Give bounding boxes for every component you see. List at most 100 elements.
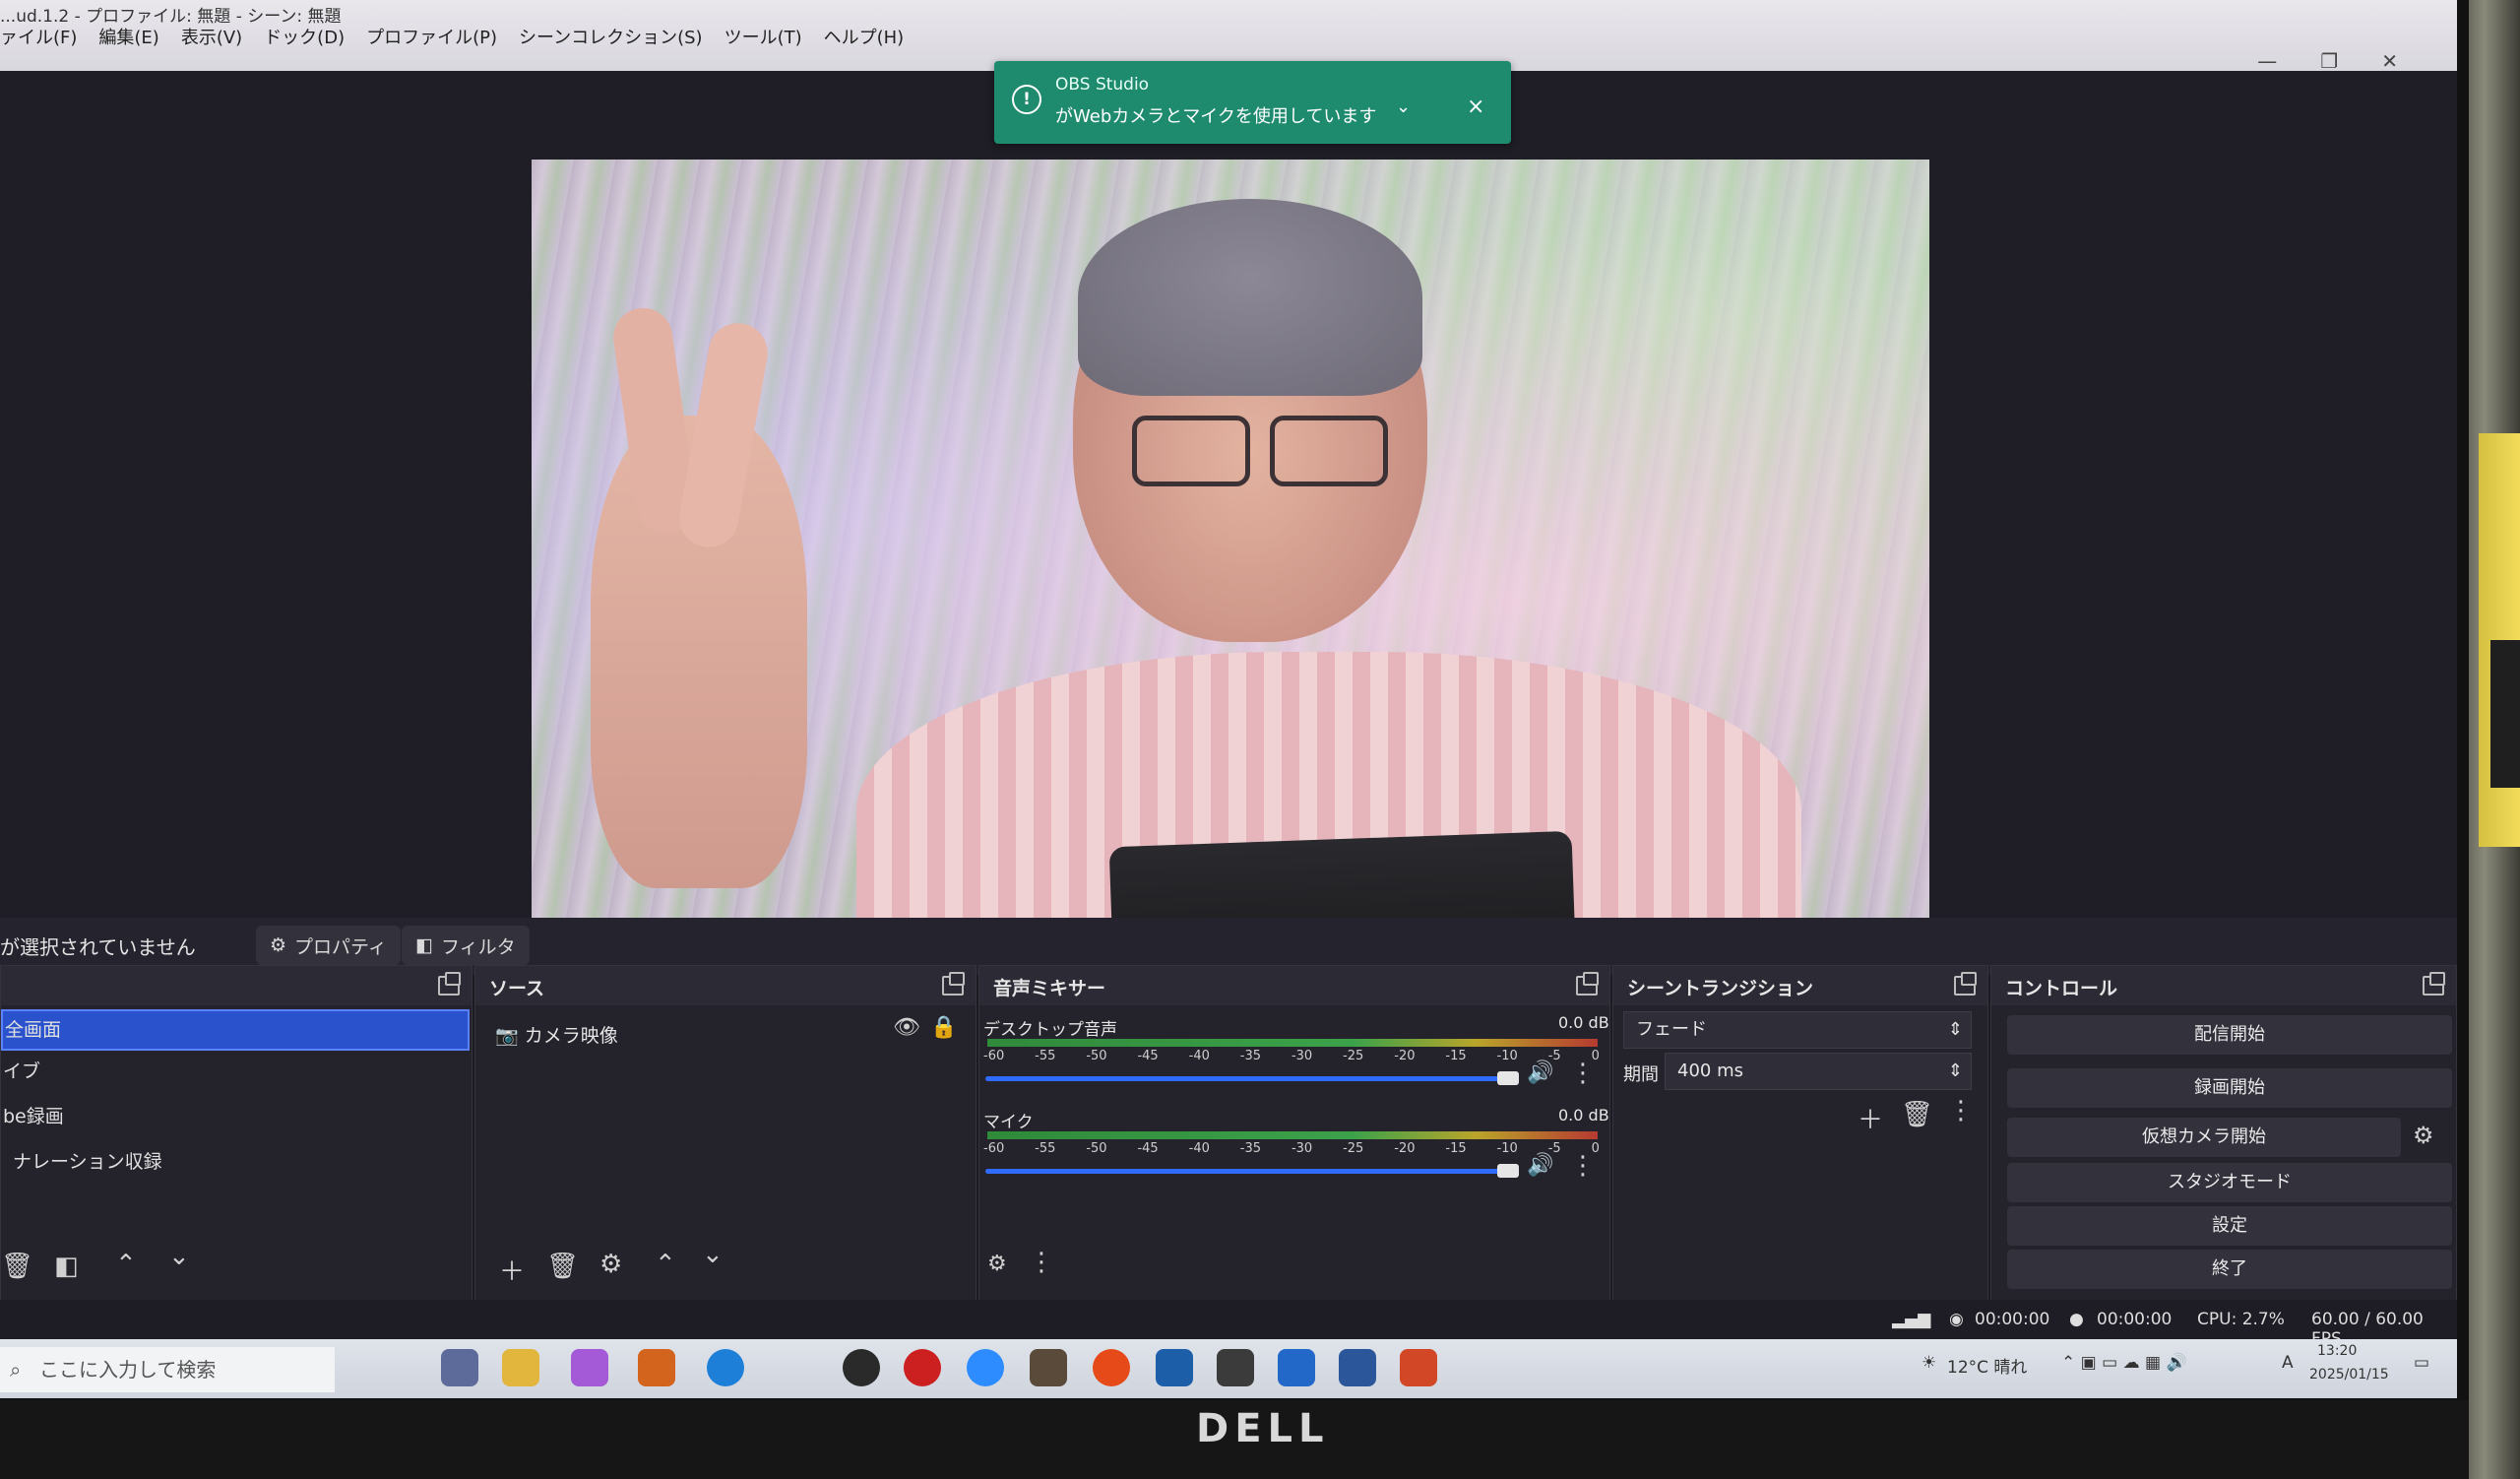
menu-file[interactable]: ァイル(F) [0, 18, 77, 57]
cpu-usage: CPU: 2.7% [2197, 1310, 2285, 1329]
weather-icon[interactable]: ☀ [1922, 1353, 1936, 1373]
add-icon[interactable]: ＋ [1858, 1100, 1883, 1136]
chevron-up-icon[interactable]: ⌃ [655, 1250, 676, 1279]
duration-field[interactable]: 400 ms ⇕ [1665, 1053, 1972, 1090]
settings-button[interactable]: 設定 [2007, 1206, 2452, 1246]
slider-handle[interactable] [1497, 1071, 1519, 1085]
copilot-icon[interactable] [571, 1349, 608, 1386]
chevron-down-icon[interactable]: ⌄ [702, 1240, 724, 1269]
trash-icon[interactable]: 🗑 [546, 1252, 579, 1281]
scene-item[interactable]: 全画面 [1, 1009, 470, 1051]
camera-preview[interactable] [532, 160, 1929, 962]
speaker-icon[interactable]: 🔊 [1527, 1061, 1553, 1085]
obs-icon[interactable] [843, 1349, 880, 1386]
tray-icons[interactable]: ⌃ ▣ ▭ ☁ ▦ 🔊 [2061, 1353, 2187, 1373]
word-icon[interactable] [1339, 1349, 1376, 1386]
channel-db: 0.0 dB [1558, 1013, 1609, 1032]
camera-icon: 📷 [495, 1025, 519, 1047]
slider-handle[interactable] [1497, 1164, 1519, 1178]
app-icon[interactable] [1217, 1349, 1254, 1386]
edge-icon[interactable] [707, 1349, 744, 1386]
scene-item[interactable]: be録画 [1, 1098, 466, 1135]
undock-icon[interactable] [438, 972, 461, 996]
menu-dock[interactable]: ドック(D) [264, 18, 345, 57]
eye-icon[interactable]: 👁 [893, 1015, 920, 1040]
filters-button[interactable]: ◧ フィルタ [402, 926, 530, 965]
task-view-icon[interactable] [441, 1349, 478, 1386]
more-icon[interactable]: ⋮ [1570, 1059, 1596, 1088]
lock-icon[interactable]: 🔒 [930, 1015, 957, 1040]
start-streaming-button[interactable]: 配信開始 [2007, 1015, 2452, 1055]
restore-icon[interactable]: ❐ [2320, 49, 2338, 73]
menu-help[interactable]: ヘルプ(H) [824, 18, 905, 57]
advanced-audio-icon[interactable]: ⚙ [987, 1252, 1007, 1276]
powerpoint-icon[interactable] [1400, 1349, 1437, 1386]
trash-icon[interactable]: 🗑 [1, 1252, 33, 1281]
chevron-down-icon[interactable]: ⌄ [1396, 96, 1411, 117]
gear-icon[interactable]: ⚙ [2413, 1122, 2434, 1149]
chrome-icon[interactable] [1093, 1349, 1130, 1386]
app-icon[interactable] [1030, 1349, 1067, 1386]
gear-icon[interactable]: ⚙ [599, 1250, 622, 1279]
info-icon: ! [1012, 85, 1041, 114]
volume-slider[interactable] [985, 1076, 1517, 1081]
sources-title: ソース [489, 978, 545, 999]
volume-slider[interactable] [985, 1169, 1517, 1174]
menu-edit[interactable]: 編集(E) [98, 18, 158, 57]
menu-profile[interactable]: プロファイル(P) [366, 18, 497, 57]
close-icon[interactable]: × [1467, 95, 1484, 119]
ime-indicator[interactable]: A [2282, 1353, 2294, 1373]
channel-name: デスクトップ音声 [983, 1020, 1117, 1040]
channel-name: マイク [983, 1113, 1034, 1132]
undock-icon[interactable] [2423, 972, 2445, 996]
clock-date: 2025/01/15 [2309, 1367, 2389, 1383]
source-item[interactable]: 📷 カメラ映像 [495, 1021, 618, 1048]
record-time: 00:00:00 [2097, 1310, 2173, 1329]
more-icon[interactable]: ⋮ [1948, 1096, 1974, 1125]
more-icon[interactable]: ⋮ [1029, 1248, 1054, 1277]
minimize-icon[interactable]: — [2257, 49, 2277, 73]
taskbar-search[interactable]: ⌕ ここに入力して検索 [0, 1347, 335, 1392]
zoom-icon[interactable] [967, 1349, 1004, 1386]
start-virtual-camera-button[interactable]: 仮想カメラ開始 [2007, 1118, 2401, 1157]
undock-icon[interactable] [942, 972, 965, 996]
close-icon[interactable]: ✕ [2381, 49, 2398, 73]
menu-scene-collection[interactable]: シーンコレクション(S) [519, 18, 703, 57]
start-recording-button[interactable]: 録画開始 [2007, 1068, 2452, 1108]
add-icon[interactable]: ＋ [499, 1252, 525, 1288]
outlook-icon[interactable] [1278, 1349, 1315, 1386]
menu-tools[interactable]: ツール(T) [724, 18, 802, 57]
duration-value: 400 ms [1677, 1061, 1743, 1081]
studio-mode-button[interactable]: スタジオモード [2007, 1163, 2452, 1202]
monitor-screen: ...ud.1.2 - プロファイル: 無題 - シーン: 無題 ァイル(F) … [0, 0, 2457, 1398]
volume-meter [987, 1039, 1598, 1047]
app-icon[interactable] [1156, 1349, 1193, 1386]
menu-view[interactable]: 表示(V) [181, 18, 242, 57]
properties-button[interactable]: ⚙ プロパティ [256, 926, 401, 965]
transition-select[interactable]: フェード ⇕ [1623, 1011, 1972, 1049]
camera-notification[interactable]: ! OBS Studio がWebカメラとマイクを使用しています ⌄ × [994, 61, 1511, 144]
record-app-icon[interactable] [904, 1349, 941, 1386]
weather-text[interactable]: 12°C 晴れ [1947, 1353, 2027, 1378]
undock-icon[interactable] [1576, 972, 1599, 996]
more-icon[interactable]: ⋮ [1570, 1151, 1596, 1181]
trash-icon[interactable]: 🗑 [1901, 1100, 1933, 1129]
app-icon[interactable] [638, 1349, 675, 1386]
speaker-icon[interactable]: 🔊 [1527, 1153, 1553, 1178]
windows-taskbar: ⌕ ここに入力して検索 ☀ 12°C 晴れ ⌃ ▣ ▭ ☁ ▦ 🔊 A 13:2… [0, 1339, 2457, 1398]
filter-icon[interactable]: ◧ [54, 1252, 79, 1281]
notification-app: OBS Studio [1055, 75, 1150, 95]
scene-item[interactable]: ナレーション収録 [1, 1143, 475, 1181]
transitions-header: シーントランジション [1613, 966, 1987, 1005]
transitions-dock: シーントランジション フェード ⇕ 期間 400 ms ⇕ ＋ 🗑 ⋮ [1612, 965, 1988, 1302]
record-icon: ● [2069, 1310, 2084, 1329]
chevron-down-icon[interactable]: ⌄ [168, 1242, 190, 1271]
chevron-up-icon[interactable]: ⌃ [115, 1250, 137, 1279]
undock-icon[interactable] [1954, 972, 1977, 996]
preview-area [0, 71, 2457, 962]
folder-icon[interactable] [502, 1349, 539, 1386]
mixer-header: 音声ミキサー [979, 966, 1609, 1005]
scene-item[interactable]: イブ [1, 1053, 466, 1090]
exit-button[interactable]: 終了 [2007, 1250, 2452, 1289]
notification-center-icon[interactable]: ▭ [2414, 1353, 2429, 1373]
